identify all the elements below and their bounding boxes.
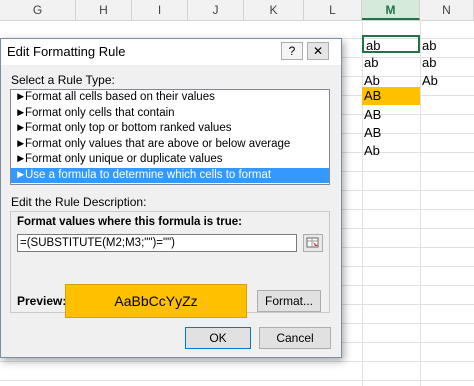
rule-type-item[interactable]: ►Format all cells based on their values: [11, 90, 329, 106]
formula-input[interactable]: =(SUBSTITUTE(M2;M3;"")=""): [17, 234, 297, 252]
rule-type-text: Format only top or bottom ranked values: [25, 122, 232, 134]
rule-type-item[interactable]: ►Format only top or bottom ranked values: [11, 121, 329, 137]
arrow-icon: ►: [15, 106, 27, 119]
cell-n2[interactable]: ab: [420, 37, 474, 55]
rule-type-text: Format all cells based on their values: [25, 91, 215, 103]
column-header-bar: G H I J K L M N: [0, 0, 474, 21]
column-header-i[interactable]: I: [132, 0, 188, 20]
description-label: Edit the Rule Description:: [11, 195, 147, 209]
column-header-l[interactable]: L: [304, 0, 362, 20]
help-button[interactable]: ?: [281, 42, 303, 60]
rule-type-item-selected[interactable]: ►Use a formula to determine which cells …: [11, 167, 329, 183]
format-preview: AaBbCcYyZz: [65, 284, 247, 318]
cell-n4[interactable]: Ab: [420, 72, 474, 90]
rule-description-box: Format values where this formula is true…: [10, 211, 330, 318]
cell-m2[interactable]: ab: [362, 35, 420, 53]
rule-type-text: Use a formula to determine which cells t…: [25, 168, 272, 181]
preview-label: Preview:: [17, 294, 67, 308]
arrow-icon: ►: [15, 122, 27, 134]
cell-n3[interactable]: ab: [420, 54, 474, 72]
arrow-icon: ►: [15, 168, 27, 181]
rule-type-text: Format only values that are above or bel…: [25, 137, 291, 150]
formula-label: Format values where this formula is true…: [17, 216, 242, 228]
cancel-button[interactable]: Cancel: [259, 327, 331, 349]
ok-button[interactable]: OK: [185, 327, 251, 349]
rule-type-label: Select a Rule Type:: [11, 73, 115, 87]
column-header-g[interactable]: G: [0, 0, 76, 20]
cell-m5[interactable]: AB: [362, 87, 420, 105]
range-select-button[interactable]: [303, 234, 323, 252]
rule-type-list[interactable]: ►Format all cells based on their values …: [10, 89, 330, 185]
format-button[interactable]: Format...: [257, 290, 321, 312]
dialog-titlebar[interactable]: Edit Formatting Rule ? ✕: [1, 39, 341, 65]
rule-type-item[interactable]: ►Format only cells that contain: [11, 106, 329, 122]
arrow-icon: ►: [15, 153, 27, 165]
cell-m8[interactable]: Ab: [362, 142, 420, 160]
arrow-icon: ►: [15, 91, 27, 103]
rule-type-item[interactable]: ►Format only values that are above or be…: [11, 137, 329, 153]
column-header-j[interactable]: J: [188, 0, 244, 20]
rule-type-text: Format only cells that contain: [25, 106, 175, 119]
range-select-icon: [306, 237, 319, 248]
column-header-k[interactable]: K: [244, 0, 304, 20]
column-header-n[interactable]: N: [420, 0, 474, 20]
rule-type-item[interactable]: ►Format only unique or duplicate values: [11, 152, 329, 168]
cell-m7[interactable]: AB: [362, 124, 420, 142]
cell-m6[interactable]: AB: [362, 106, 420, 124]
arrow-icon: ►: [15, 137, 27, 150]
column-header-h[interactable]: H: [76, 0, 132, 20]
dialog-title: Edit Formatting Rule: [7, 44, 126, 59]
edit-formatting-rule-dialog: Edit Formatting Rule ? ✕ Select a Rule T…: [0, 38, 342, 358]
close-button[interactable]: ✕: [307, 42, 329, 60]
rule-type-text: Format only unique or duplicate values: [25, 153, 223, 165]
column-header-m[interactable]: M: [362, 0, 420, 20]
cell-m3[interactable]: ab: [362, 54, 420, 72]
